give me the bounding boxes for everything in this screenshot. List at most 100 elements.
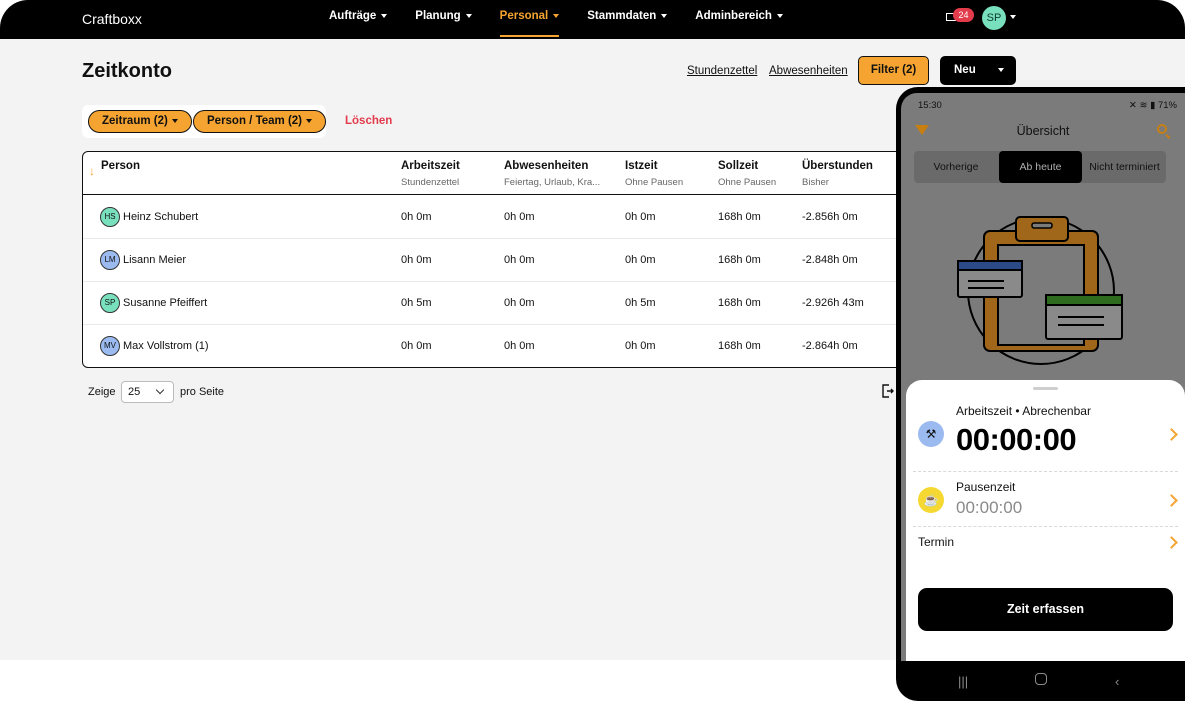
phone-mockup: 15:30 ✕ ≋ ▮ 71% Übersicht Vorherige Ab h… (896, 87, 1185, 701)
appointment-label: Termin (918, 535, 955, 549)
target-time: 168h 0m (718, 340, 761, 352)
target-time: 168h 0m (718, 254, 761, 266)
pager-per-page-label: pro Seite (180, 386, 225, 398)
absences-link[interactable]: Abwesenheiten (769, 65, 848, 77)
segment-control: Vorherige Ab heute Nicht terminiert (914, 151, 1166, 183)
avatar: LM (100, 250, 120, 270)
table-row[interactable]: HS Heinz Schubert 0h 0m 0h 0m 0h 0m 168h… (83, 196, 911, 239)
recent-apps-icon[interactable]: ||| (958, 674, 968, 689)
avatar: SP (100, 293, 120, 313)
table-header: ↓ Person Arbeitszeit Stundenzettel Abwese… (83, 152, 911, 195)
work-timer: 00:00:00 (956, 422, 1077, 457)
person-name[interactable]: Susanne Pfeiffert (123, 297, 207, 309)
nav-item-planung[interactable]: Planung (415, 0, 472, 39)
bottom-sheet: ⚒ Arbeitszeit • Abrechenbar 00:00:00 ☕ P… (906, 380, 1185, 661)
sheet-grabber[interactable] (1033, 387, 1058, 390)
nav-item-personal[interactable]: Personal (499, 0, 560, 39)
table-row[interactable]: LM Lisann Meier 0h 0m 0h 0m 0h 0m 168h 0… (83, 239, 911, 282)
export-icon[interactable] (882, 384, 894, 398)
record-time-button[interactable]: Zeit erfassen (918, 588, 1173, 631)
top-navigation: Craftboxx Aufträge Planung Personal Stam… (0, 0, 1185, 39)
overtime: -2.926h 43m (802, 297, 864, 309)
person-name[interactable]: Max Vollstrom (1) (123, 340, 209, 352)
chevron-right-icon (1165, 536, 1178, 549)
pause-time-label: Pausenzeit (956, 480, 1016, 494)
caret-down-icon (553, 13, 560, 18)
app-frame: Craftboxx Aufträge Planung Personal Stam… (0, 0, 1185, 701)
absence-time: 0h 0m (504, 254, 535, 266)
filter-button[interactable]: Filter (2) (858, 56, 929, 85)
avatar: HS (100, 207, 120, 227)
page-footer-area (0, 660, 896, 701)
column-sollzeit[interactable]: Sollzeit Ohne Pausen (718, 160, 776, 188)
work-time: 0h 5m (401, 297, 432, 309)
person-name[interactable]: Heinz Schubert (123, 211, 198, 223)
search-icon[interactable] (1157, 124, 1167, 134)
overtime: -2.848h 0m (802, 254, 858, 266)
mail-count-badge: 24 (953, 8, 974, 22)
target-time: 168h 0m (718, 297, 761, 309)
work-time-label: Arbeitszeit • Abrechenbar (956, 404, 1091, 418)
work-time: 0h 0m (401, 254, 432, 266)
timesheet-link[interactable]: Stundenzettel (687, 65, 757, 77)
brand-logo[interactable]: Craftboxx (82, 11, 142, 27)
table-row[interactable]: MV Max Vollstrom (1) 0h 0m 0h 0m 0h 0m 1… (83, 325, 911, 367)
period-filter-chip[interactable]: Zeitraum (2) (88, 110, 192, 133)
main-nav: Aufträge Planung Personal Stammdaten Adm… (329, 0, 811, 39)
time-account-table: ↓ Person Arbeitszeit Stundenzettel Abwese… (82, 151, 912, 368)
caret-down-icon (306, 118, 313, 123)
column-abwesenheiten[interactable]: Abwesenheiten Feiertag, Urlaub, Kra... (504, 160, 600, 188)
actual-time: 0h 0m (625, 340, 656, 352)
nav-item-adminbereich[interactable]: Adminbereich (695, 0, 783, 39)
target-time: 168h 0m (718, 211, 761, 223)
clipboard-illustration (957, 216, 1123, 365)
sort-arrow-icon[interactable]: ↓ (89, 164, 95, 178)
segment-unscheduled[interactable]: Nicht terminiert (1083, 151, 1166, 183)
caret-down-icon (465, 13, 472, 18)
status-battery: ✕ ≋ ▮ 71% (1128, 100, 1177, 111)
overtime: -2.864h 0m (802, 340, 858, 352)
clear-filters-button[interactable]: Löschen (345, 115, 392, 127)
person-team-filter-chip[interactable]: Person / Team (2) (193, 110, 327, 133)
table-row[interactable]: SP Susanne Pfeiffert 0h 5m 0h 0m 0h 5m 1… (83, 282, 911, 325)
appointment-row[interactable]: Termin (913, 535, 1178, 557)
column-ueberstunden[interactable]: Überstunden Bisher (802, 160, 873, 188)
overtime: -2.856h 0m (802, 211, 858, 223)
absence-time: 0h 0m (504, 211, 535, 223)
caret-down-icon (171, 118, 178, 123)
work-time: 0h 0m (401, 211, 432, 223)
caret-down-icon[interactable] (1010, 15, 1016, 19)
absence-time: 0h 0m (504, 297, 535, 309)
segment-from-today[interactable]: Ab heute (999, 151, 1082, 183)
home-icon[interactable] (1035, 673, 1047, 685)
person-name[interactable]: Lisann Meier (123, 254, 186, 266)
column-istzeit[interactable]: Istzeit Ohne Pausen (625, 160, 683, 188)
caret-down-icon (381, 13, 388, 18)
column-person[interactable]: Person (101, 160, 140, 172)
actual-time: 0h 0m (625, 211, 656, 223)
pause-time-row[interactable]: ☕ Pausenzeit 00:00:00 (913, 480, 1178, 524)
status-time: 15:30 (918, 100, 942, 111)
user-avatar[interactable]: SP (982, 6, 1006, 30)
segment-previous[interactable]: Vorherige (914, 151, 998, 183)
caret-down-icon[interactable] (998, 68, 1004, 72)
caret-down-icon (661, 13, 668, 18)
pager-show-label: Zeige (88, 386, 116, 398)
divider (913, 526, 1178, 527)
chevron-right-icon (1165, 494, 1178, 507)
absence-time: 0h 0m (504, 340, 535, 352)
divider (913, 471, 1178, 472)
column-arbeitszeit[interactable]: Arbeitszeit Stundenzettel (401, 160, 460, 188)
nav-item-auftraege[interactable]: Aufträge (329, 0, 388, 39)
work-time: 0h 0m (401, 340, 432, 352)
new-button[interactable]: Neu (940, 56, 1016, 85)
caret-down-icon (776, 13, 783, 18)
nav-item-stammdaten[interactable]: Stammdaten (587, 0, 668, 39)
new-button-label: Neu (954, 64, 976, 76)
back-icon[interactable]: ‹ (1115, 674, 1119, 689)
pause-timer: 00:00:00 (956, 498, 1023, 517)
per-page-select[interactable]: 25 (121, 381, 174, 403)
work-time-row[interactable]: ⚒ Arbeitszeit • Abrechenbar 00:00:00 (913, 404, 1178, 472)
phone-screen: 15:30 ✕ ≋ ▮ 71% Übersicht Vorherige Ab h… (901, 93, 1185, 661)
actual-time: 0h 0m (625, 254, 656, 266)
